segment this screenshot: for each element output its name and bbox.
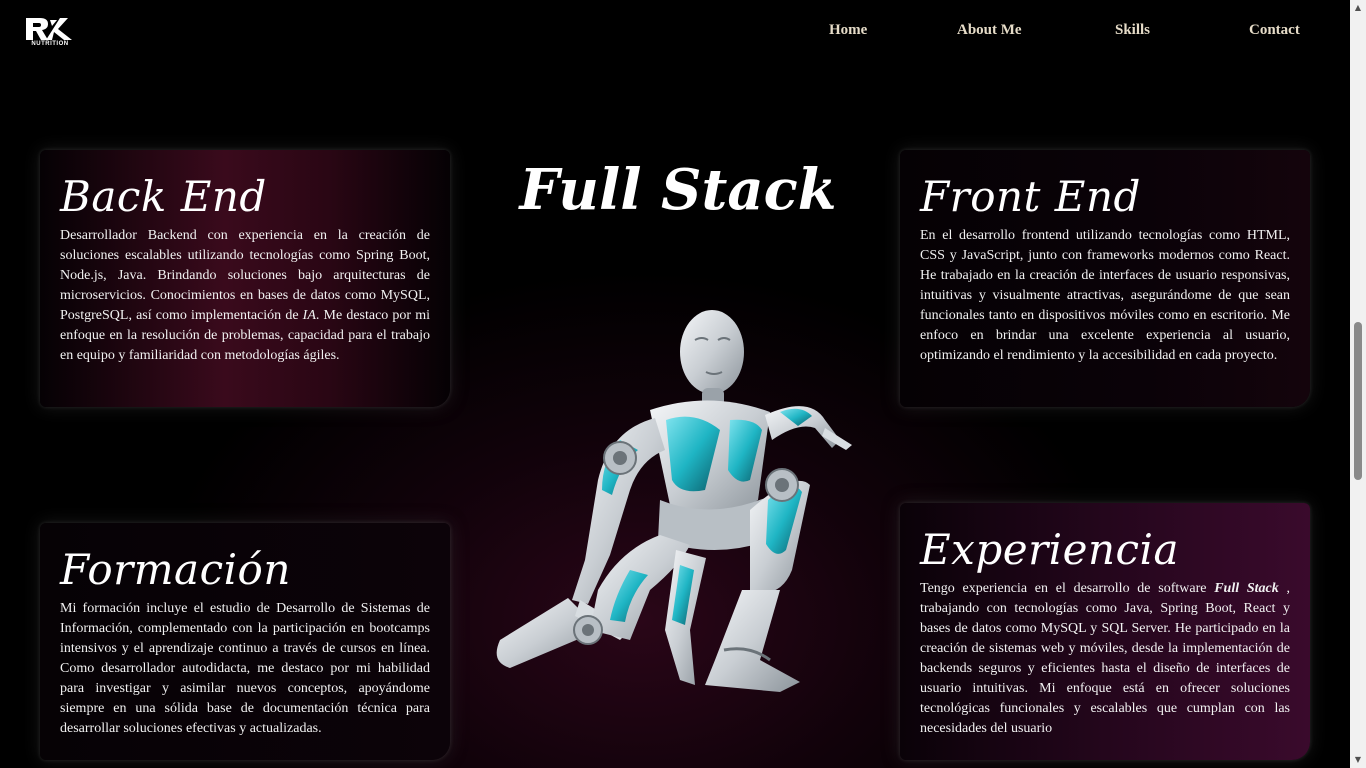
formacion-description: Mi formación incluye el estudio de Desar…: [60, 601, 430, 736]
backend-card: Back End Desarrollador Backend con exper…: [40, 150, 450, 407]
logo-caption: NUTRITION: [31, 41, 69, 47]
vertical-scrollbar[interactable]: ▲ ▼: [1350, 0, 1366, 768]
experiencia-description: Tengo experiencia en el desarrollo de so…: [920, 579, 1290, 739]
backend-title: Back End: [60, 172, 267, 221]
experiencia-text-fullstack: Full Stack: [1214, 581, 1279, 596]
frontend-title: Front End: [920, 172, 1141, 221]
experiencia-text-1: Tengo experiencia en el desarrollo de so…: [920, 581, 1215, 596]
nav-contact[interactable]: Contact: [1249, 22, 1300, 39]
backend-text-ia: IA: [302, 308, 316, 323]
full-stack-heading: Full Stack: [519, 157, 837, 223]
triangle-up-icon[interactable]: ▲: [1350, 0, 1366, 16]
frontend-card: Front End En el desarrollo frontend util…: [900, 150, 1310, 407]
nav-about-me[interactable]: About Me: [957, 22, 1022, 39]
experiencia-card: Experiencia Tengo experiencia en el desa…: [900, 503, 1310, 760]
triangle-down-icon[interactable]: ▼: [1350, 752, 1366, 768]
nav-home[interactable]: Home: [829, 22, 867, 39]
navbar: NUTRITION Home About Me Skills Contact: [0, 0, 1350, 64]
formacion-title: Formación: [60, 545, 291, 594]
robot-illustration: [496, 310, 852, 692]
scrollbar-thumb[interactable]: [1354, 322, 1362, 480]
nav-skills[interactable]: Skills: [1115, 22, 1150, 39]
formacion-card: Formación Mi formación incluye el estudi…: [40, 523, 450, 760]
portfolio-page: NUTRITION Home About Me Skills Contact B…: [0, 0, 1366, 768]
backend-description: Desarrollador Backend con experiencia en…: [60, 226, 430, 366]
experiencia-text-2: , trabajando con tecnologías como Java, …: [920, 581, 1291, 736]
experiencia-title: Experiencia: [920, 525, 1179, 574]
frontend-description: En el desarrollo frontend utilizando tec…: [920, 228, 1290, 363]
